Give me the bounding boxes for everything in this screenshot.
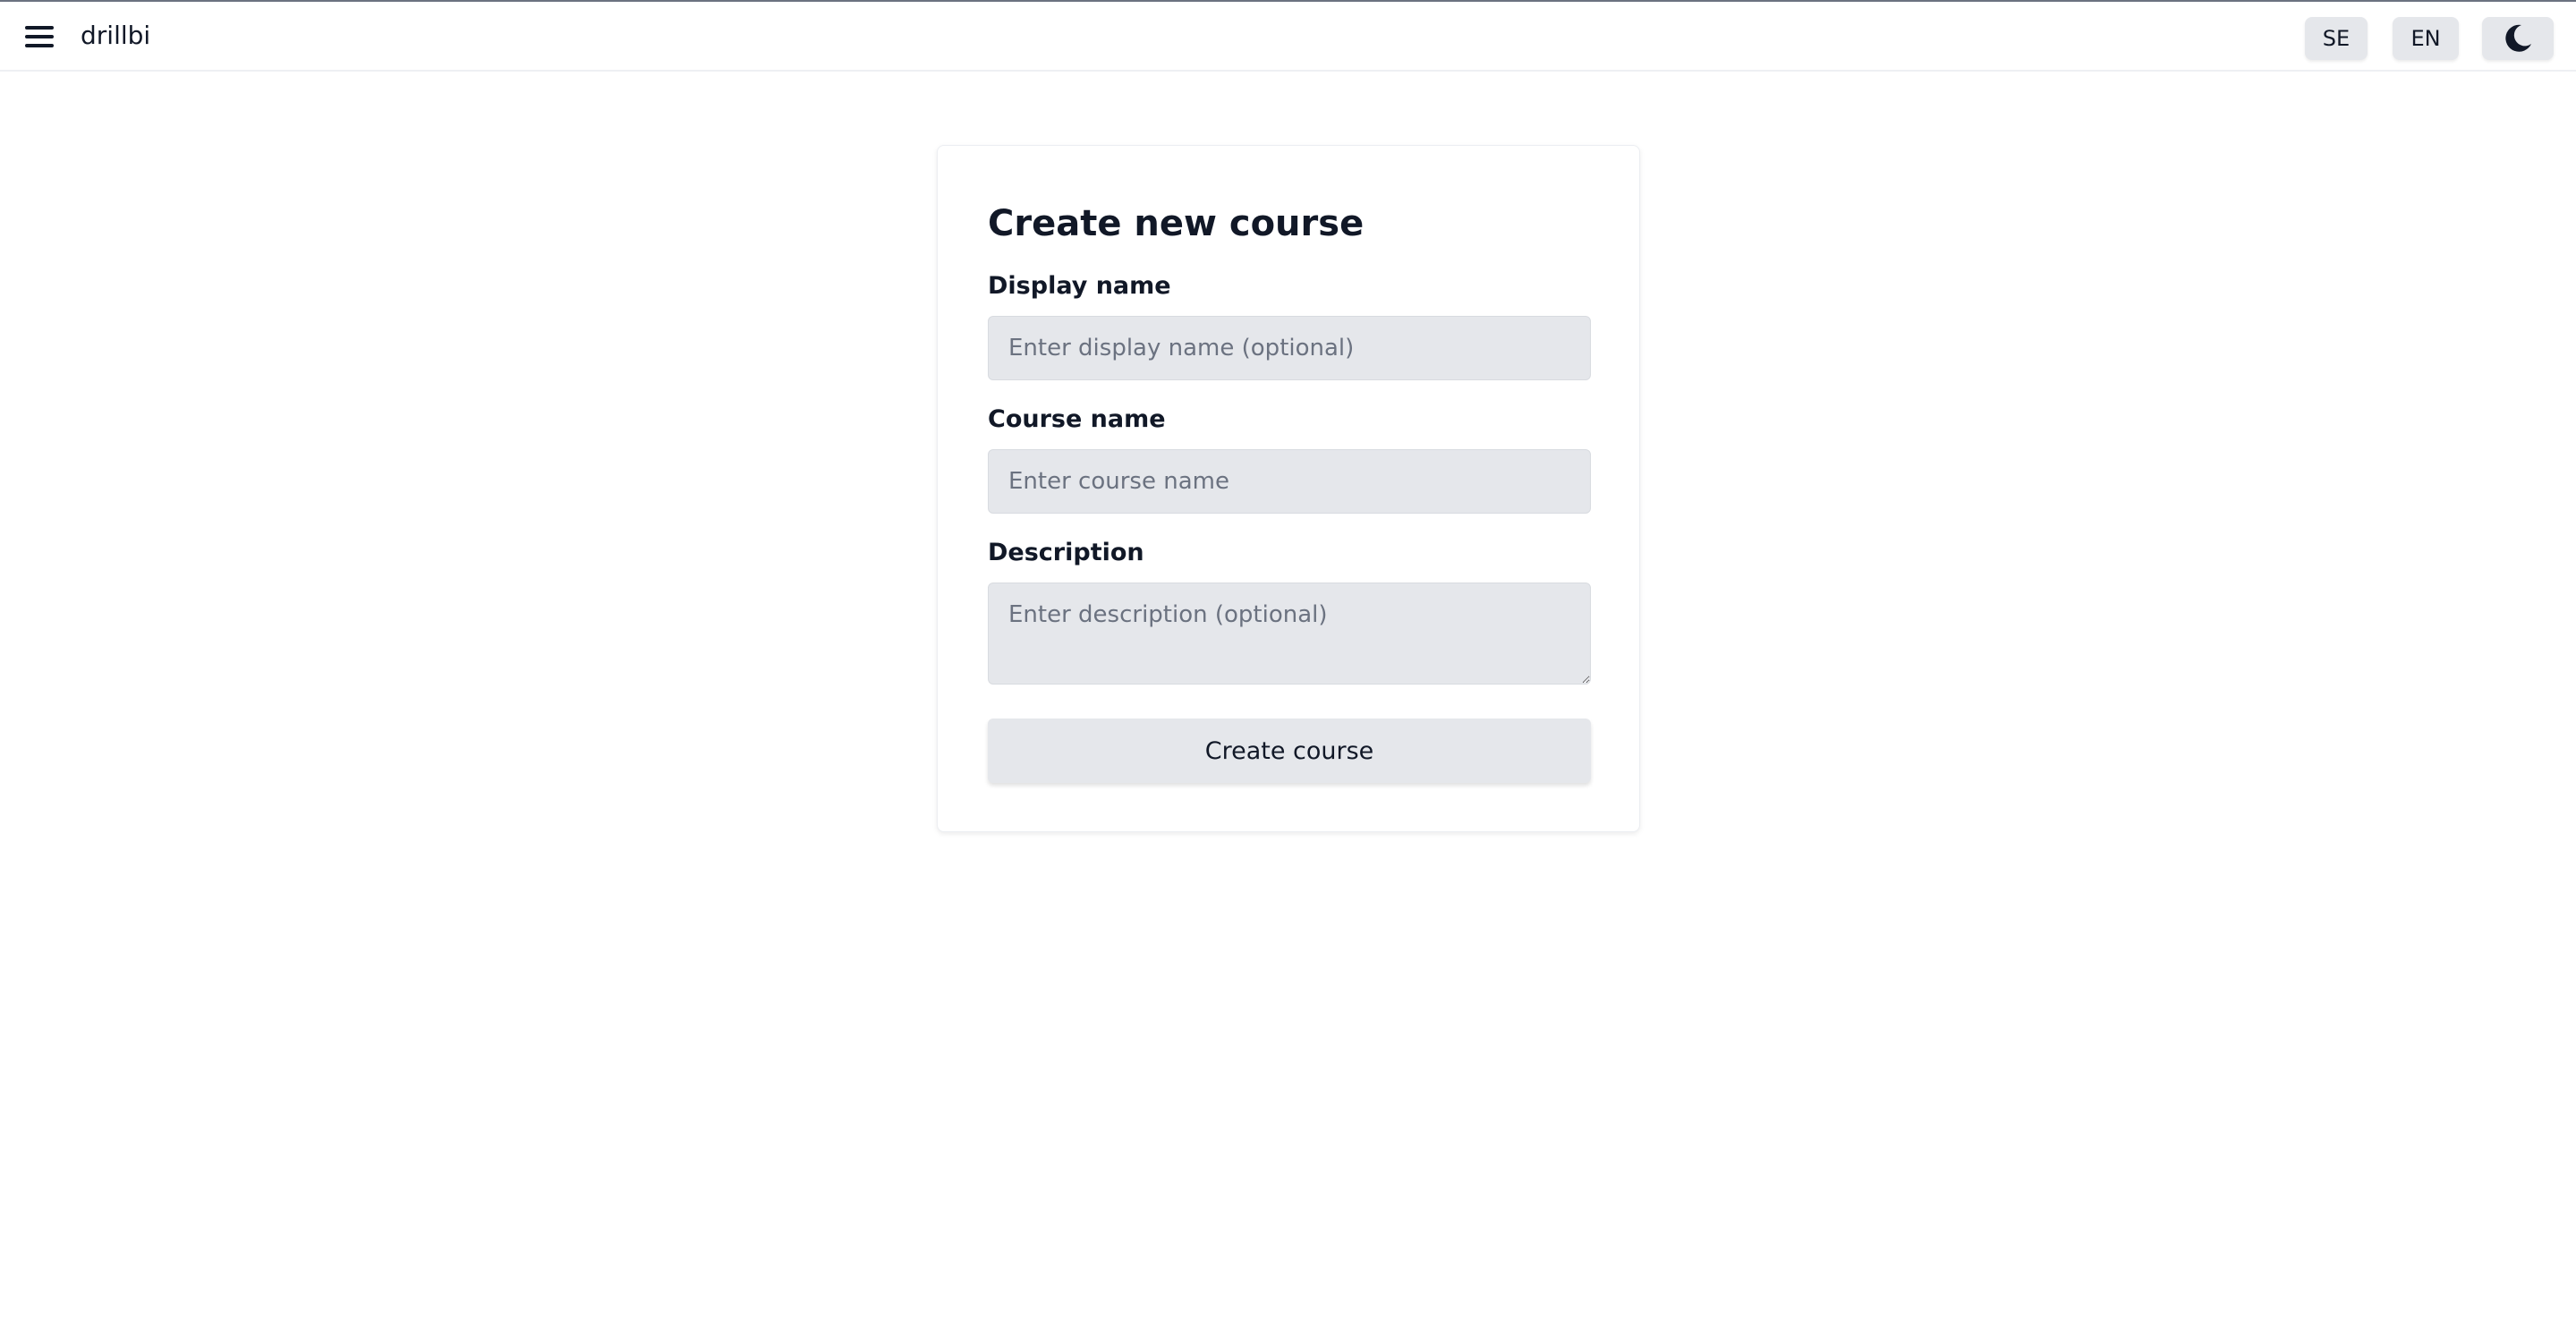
page-title: Create new course xyxy=(988,203,1365,244)
display-name-label: Display name xyxy=(988,272,1171,300)
hamburger-menu-icon xyxy=(25,26,54,47)
create-course-button[interactable]: Create course xyxy=(988,719,1591,783)
top-navbar: drillbi SE EN xyxy=(0,2,2576,72)
hamburger-menu-button[interactable] xyxy=(25,24,54,49)
description-label: Description xyxy=(988,539,1144,566)
description-textarea[interactable] xyxy=(988,583,1591,685)
language-se-button[interactable]: SE xyxy=(2305,17,2368,60)
course-name-label: Course name xyxy=(988,405,1166,433)
brand-name[interactable]: drillbi xyxy=(81,20,150,52)
app-root: drillbi SE EN Create new course Display … xyxy=(0,0,2576,1344)
language-en-button[interactable]: EN xyxy=(2393,17,2459,60)
moon-icon xyxy=(2505,24,2531,52)
display-name-input[interactable] xyxy=(988,316,1591,380)
theme-toggle-button[interactable] xyxy=(2482,17,2554,60)
create-course-card: Create new course Display name Course na… xyxy=(937,145,1640,832)
course-name-input[interactable] xyxy=(988,449,1591,514)
